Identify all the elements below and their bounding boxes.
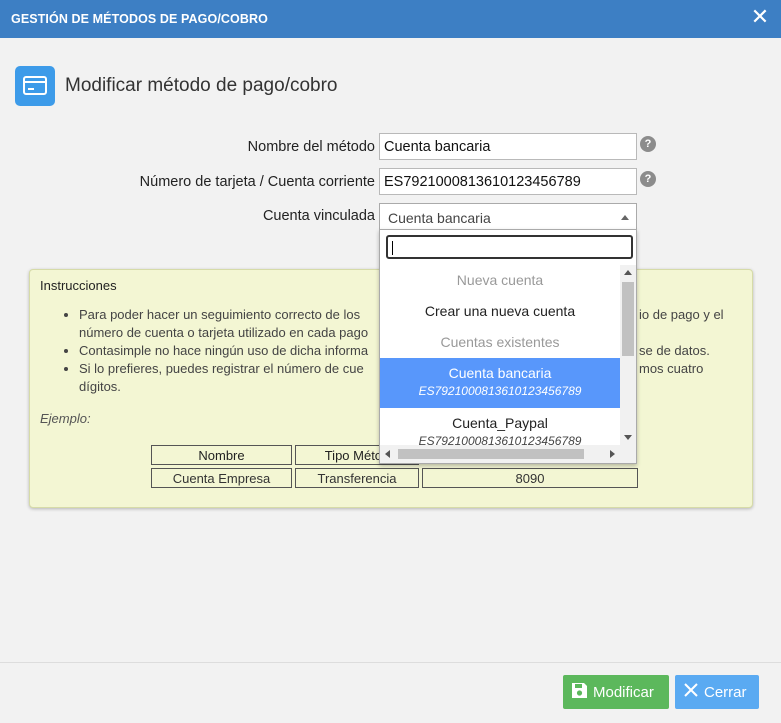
scroll-left-icon[interactable]: [385, 450, 390, 458]
linked-account-value: Cuenta bancaria: [388, 210, 491, 226]
linked-account-label: Cuenta vinculada: [262, 208, 375, 224]
chevron-up-icon: [621, 215, 629, 220]
option-group-label: Nueva cuenta: [456, 272, 544, 288]
footer-divider: [0, 662, 781, 663]
dropdown-search-input[interactable]: [386, 235, 633, 259]
credit-card-icon: [15, 66, 55, 106]
scroll-up-icon[interactable]: [624, 270, 632, 275]
instructions-title: Instrucciones: [40, 278, 117, 293]
scroll-down-icon[interactable]: [624, 435, 632, 440]
table-row: Cuenta Empresa Transferencia 8090: [151, 468, 638, 488]
window-title: GESTIÓN DE MÉTODOS DE PAGO/COBRO: [11, 12, 268, 26]
title-bar: GESTIÓN DE MÉTODOS DE PAGO/COBRO ✕: [0, 0, 781, 38]
option-group-label: Cuentas existentes: [440, 334, 560, 350]
scroll-right-icon[interactable]: [610, 450, 615, 458]
account-number-label: Número de tarjeta / Cuenta corriente: [139, 174, 375, 190]
vertical-scrollbar[interactable]: [620, 265, 636, 445]
save-icon: [571, 682, 588, 703]
help-icon[interactable]: ?: [640, 171, 656, 187]
modify-button[interactable]: Modificar: [563, 675, 669, 709]
option-sublabel: ES7921000813610123456789: [418, 384, 582, 398]
example-label: Ejemplo:: [40, 411, 91, 426]
horizontal-scrollbar[interactable]: [380, 445, 620, 463]
option-cuenta-paypal[interactable]: Cuenta_Paypal ES7921000813610123456789: [380, 408, 620, 445]
method-name-label: Nombre del método: [247, 139, 375, 155]
page-title: Modificar método de pago/cobro: [65, 75, 338, 96]
close-button-label: Cerrar: [704, 683, 747, 701]
scrollbar-thumb[interactable]: [398, 449, 584, 459]
close-button[interactable]: Cerrar: [675, 675, 759, 709]
linked-account-dropdown: Nueva cuenta Crear una nueva cuenta Cuen…: [379, 229, 637, 464]
table-header: Nombre: [151, 445, 292, 465]
option-label: Cuenta_Paypal: [452, 415, 548, 431]
option-sublabel: ES7921000813610123456789: [418, 434, 582, 445]
help-icon[interactable]: ?: [640, 136, 656, 152]
option-cuenta-bancaria[interactable]: Cuenta bancaria ES7921000813610123456789: [380, 358, 620, 408]
modify-button-label: Modificar: [593, 683, 654, 701]
account-number-field[interactable]: ES7921000813610123456789: [379, 168, 637, 195]
table-cell: 8090: [422, 468, 638, 488]
method-name-field[interactable]: Cuenta bancaria: [379, 133, 637, 160]
linked-account-select[interactable]: Cuenta bancaria: [379, 203, 637, 230]
option-label: Cuenta bancaria: [448, 365, 552, 381]
close-icon[interactable]: ✕: [749, 6, 771, 28]
text-caret: [392, 241, 393, 255]
scrollbar-thumb[interactable]: [622, 282, 634, 356]
option-create-account[interactable]: Crear una nueva cuenta: [380, 296, 620, 327]
dropdown-options: Nueva cuenta Crear una nueva cuenta Cuen…: [380, 265, 620, 445]
table-cell: Transferencia: [295, 468, 419, 488]
scrollbar-corner: [620, 445, 636, 463]
close-icon: [683, 682, 699, 702]
table-cell: Cuenta Empresa: [151, 468, 292, 488]
